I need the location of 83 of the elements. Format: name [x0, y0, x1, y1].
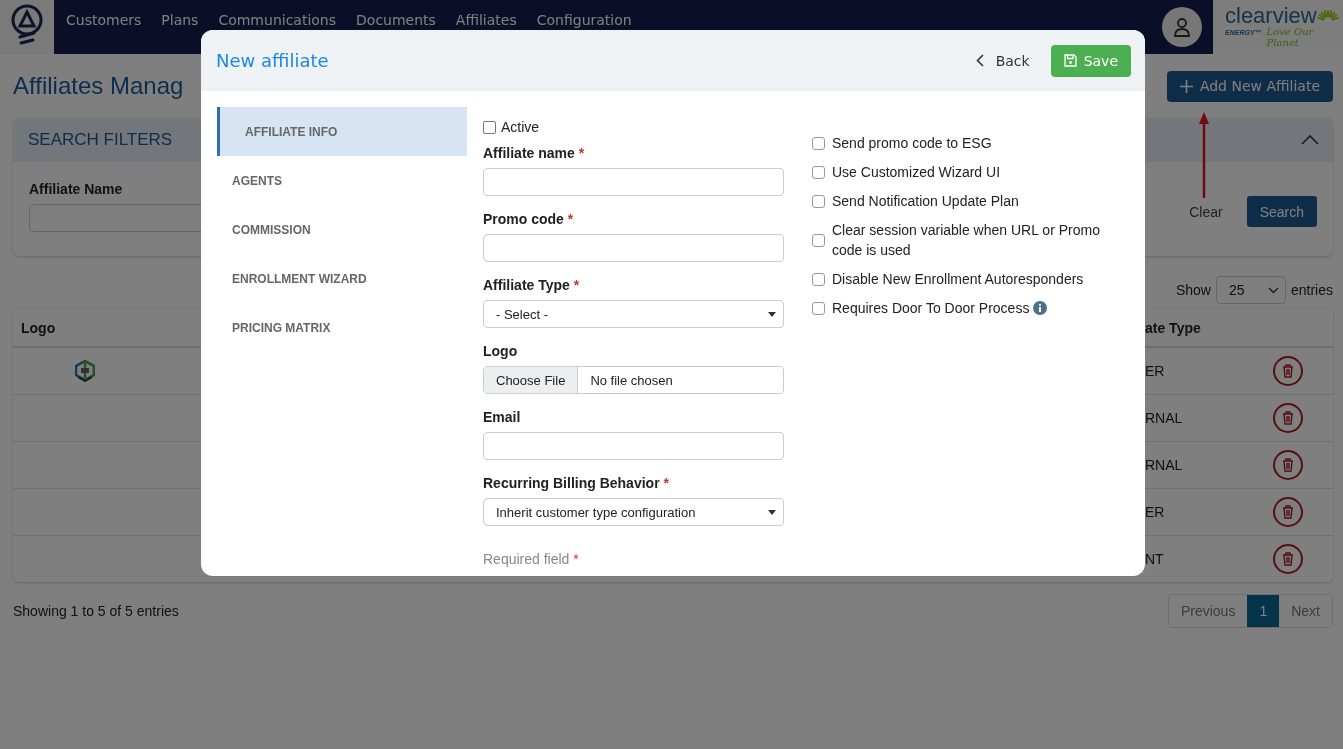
trash-icon — [1282, 505, 1294, 519]
user-icon — [1172, 17, 1192, 37]
field-label: Email — [483, 409, 522, 425]
search-button[interactable]: Search — [1246, 196, 1317, 227]
sidebar-tab[interactable]: AGENTS — [217, 156, 467, 205]
checkbox-label: Requires Door To Door Process — [832, 298, 1048, 318]
required-note: Required field * — [483, 551, 580, 567]
page-title: Affiliates Manag — [13, 72, 184, 100]
nav-link[interactable]: Communications — [208, 12, 347, 28]
field-label: Promo code * — [483, 211, 575, 227]
field-label: Affiliate Type * — [483, 277, 581, 293]
chevron-left-icon — [975, 54, 984, 67]
checkbox-label: Active — [501, 119, 540, 135]
trash-icon — [1282, 552, 1294, 566]
trash-icon — [1282, 411, 1294, 425]
panel-title: SEARCH FILTERS — [28, 130, 173, 150]
show-label: Show — [1175, 282, 1211, 298]
table-cell: NT — [1145, 551, 1164, 567]
caret-icon — [768, 311, 776, 317]
delete-button[interactable] — [1273, 497, 1303, 527]
file-field[interactable]: Choose File No file chosen — [483, 366, 784, 394]
clear-button[interactable]: Clear — [1183, 202, 1229, 221]
checkbox-label: Clear session variable when URL or Promo code is used — [832, 221, 1101, 260]
floppy-disk-icon — [1063, 54, 1077, 67]
delete-button[interactable] — [1273, 356, 1303, 386]
dialog-title: New affiliate — [216, 50, 329, 71]
sidebar-tab[interactable]: COMMISSION — [217, 205, 467, 254]
sidebar-tab[interactable]: ENROLLMENT WIZARD — [217, 254, 467, 303]
table-cell: ER — [1145, 363, 1165, 379]
input-field[interactable] — [483, 234, 784, 262]
checkbox-label: Disable New Enrollment Autoresponders — [832, 270, 1084, 289]
nav-link[interactable]: Configuration — [526, 12, 642, 28]
choose-file-button[interactable]: Choose File — [484, 367, 579, 393]
file-status: No file chosen — [589, 372, 673, 388]
trash-icon — [1282, 364, 1294, 378]
plus-icon — [1179, 79, 1193, 93]
nav-link[interactable]: Affiliates — [445, 12, 527, 28]
brand-tagline: Love Our Planet — [1266, 26, 1315, 48]
sidebar-tab[interactable]: AFFILIATE INFO — [217, 107, 467, 156]
delete-button[interactable] — [1273, 450, 1303, 480]
sidebar-tab[interactable]: PRICING MATRIX — [217, 303, 467, 352]
checkbox-label: Send Notification Update Plan — [832, 192, 1019, 211]
table-cell: ER — [1145, 504, 1165, 520]
avatar-button[interactable] — [1162, 7, 1202, 47]
active-checkbox[interactable] — [483, 120, 496, 134]
checkbox[interactable] — [812, 194, 825, 208]
entries-summary: Showing 1 to 5 of 5 entries — [13, 603, 179, 619]
nav-link[interactable]: Documents — [346, 12, 446, 28]
column-header: ate Type — [1145, 319, 1201, 336]
delete-button[interactable] — [1273, 403, 1303, 433]
checkbox[interactable] — [812, 301, 825, 315]
back-button[interactable]: Back — [975, 52, 1030, 69]
checkbox[interactable] — [812, 233, 825, 247]
nav-link[interactable]: Customers — [56, 12, 152, 28]
caret-icon — [1267, 286, 1279, 294]
nav-link[interactable]: Plans — [151, 12, 209, 28]
table-cell: RNAL — [1145, 457, 1183, 473]
entries-label: entries — [1290, 282, 1333, 298]
table-cell: RNAL — [1145, 410, 1183, 426]
caret-icon — [768, 509, 776, 515]
input-field[interactable] — [483, 168, 784, 196]
checkbox-label: Send promo code to ESG — [832, 134, 992, 153]
select-field[interactable]: Inherit customer type configuration — [483, 498, 784, 526]
column-header: Logo — [21, 319, 56, 336]
pagination-link[interactable]: 1 — [1247, 595, 1280, 627]
save-button[interactable]: Save — [1050, 44, 1131, 77]
checkbox[interactable] — [812, 165, 825, 179]
field-label: Affiliate name * — [483, 145, 586, 161]
field-label: Logo — [483, 343, 519, 359]
add-affiliate-button[interactable]: Add New Affiliate — [1166, 70, 1333, 102]
delete-button[interactable] — [1273, 544, 1303, 574]
checkbox-label: Use Customized Wizard UI — [832, 163, 1001, 182]
entries-select[interactable]: 25 — [1215, 276, 1286, 304]
field-label: Affiliate Name — [29, 181, 124, 197]
checkbox[interactable] — [812, 272, 825, 286]
trash-icon — [1282, 458, 1294, 472]
checkbox[interactable] — [812, 136, 825, 150]
select-field[interactable]: - Select - — [483, 300, 784, 328]
brand-name: clearview — [1225, 6, 1317, 26]
field-label: Recurring Billing Behavior * — [483, 475, 670, 491]
info-icon[interactable] — [1033, 301, 1048, 315]
input-field[interactable] — [483, 432, 784, 460]
chevron-up-icon[interactable] — [1301, 135, 1319, 145]
